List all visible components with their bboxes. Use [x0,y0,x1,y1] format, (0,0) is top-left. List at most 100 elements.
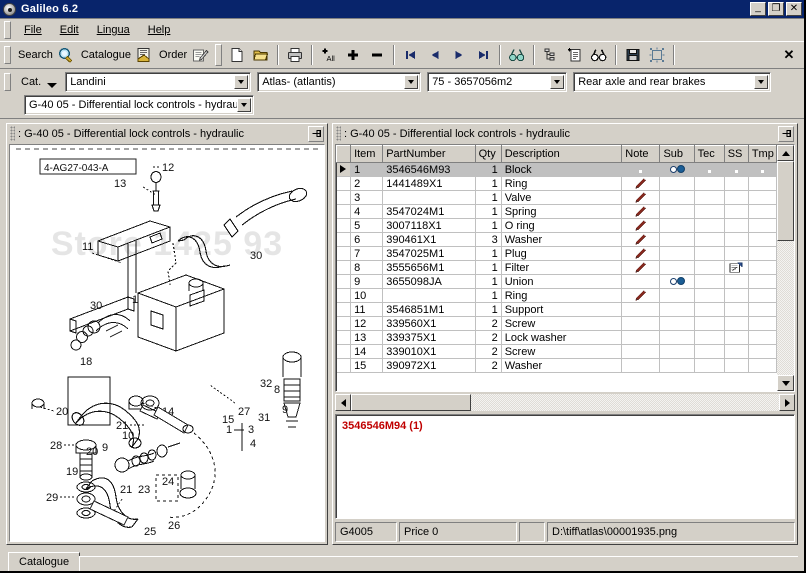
print-button[interactable] [283,43,307,67]
cell-note[interactable] [622,233,660,247]
cell-ss[interactable] [724,331,748,345]
cell-tmp[interactable] [748,261,776,275]
cell-tec[interactable] [694,177,724,191]
restore-button[interactable]: ❐ [768,2,784,16]
table-row[interactable]: 13339375X12Lock washer [337,331,777,345]
code-combo-chevron-down-icon[interactable] [550,75,564,89]
sub-radio-indicator[interactable] [670,165,685,173]
scroll-track[interactable] [777,241,794,375]
cell-tec[interactable] [694,289,724,303]
catalogue-button[interactable]: Catalogue [78,43,156,67]
row-selector-cell[interactable] [337,359,351,373]
row-selector-cell[interactable] [337,345,351,359]
cell-tmp[interactable] [748,219,776,233]
scroll-up-button[interactable] [777,145,794,161]
cell-tec[interactable] [694,191,724,205]
cell-partnumber[interactable]: 339375X1 [383,331,475,345]
cat-dropdown-arrow-icon[interactable] [47,83,57,88]
new-list-button[interactable] [563,43,587,67]
cell-sub[interactable] [660,303,694,317]
cell-ss[interactable] [724,345,748,359]
parts-grid-horizontal-scrollbar[interactable] [335,394,795,411]
subgroup-combo[interactable]: G-40 05 - Differential lock controls - h… [24,95,254,115]
technical-diagram[interactable]: 4-AG27-043-A [10,145,324,541]
row-selector-cell[interactable] [337,205,351,219]
table-row[interactable]: 15390972X12Washer [337,359,777,373]
order-button[interactable]: Order [156,43,212,67]
cell-tmp[interactable] [748,303,776,317]
tab-catalogue[interactable]: Catalogue [8,552,80,571]
cell-note[interactable] [622,205,660,219]
col-header-description[interactable]: Description [501,146,622,163]
col-header-note[interactable]: Note [622,146,660,163]
cell-ss[interactable] [724,233,748,247]
table-row[interactable]: 13546546M931Block [337,163,777,177]
cell-note[interactable] [622,177,660,191]
cell-ss[interactable] [724,261,748,275]
table-row[interactable]: 12339560X12Screw [337,317,777,331]
sub-radio-indicator[interactable] [670,277,685,285]
cell-note[interactable] [622,345,660,359]
cell-tmp[interactable] [748,247,776,261]
cell-tec[interactable] [694,163,724,177]
table-row[interactable]: 21441489X11Ring [337,177,777,191]
table-row[interactable]: 6390461X13Washer [337,233,777,247]
hscroll-thumb[interactable] [351,394,471,411]
binoculars-button[interactable] [587,43,611,67]
cell-ss[interactable] [724,163,748,177]
cell-sub[interactable] [660,177,694,191]
minimize-button[interactable]: _ [750,2,766,16]
cell-tmp[interactable] [748,345,776,359]
hscroll-track[interactable] [351,394,779,411]
cell-partnumber[interactable]: 3546851M1 [383,303,475,317]
make-combo[interactable]: Landini [65,72,251,92]
close-button[interactable]: ✕ [786,2,802,16]
scroll-right-button[interactable] [779,394,795,411]
cell-partnumber[interactable]: 1441489X1 [383,177,475,191]
col-header-tec[interactable]: Tec [694,146,724,163]
tree-view-button[interactable] [539,43,563,67]
cell-note[interactable] [622,275,660,289]
next-record-button[interactable] [447,43,471,67]
cell-tec[interactable] [694,233,724,247]
cell-tmp[interactable] [748,359,776,373]
cell-sub[interactable] [660,331,694,345]
cell-sub[interactable] [660,247,694,261]
col-header-partnumber[interactable]: PartNumber [383,146,475,163]
cell-sub[interactable] [660,289,694,303]
cell-sub[interactable] [660,317,694,331]
model-combo-chevron-down-icon[interactable] [404,75,418,89]
cell-note[interactable] [622,317,660,331]
cell-tec[interactable] [694,219,724,233]
row-selector-cell[interactable] [337,177,351,191]
last-record-button[interactable] [471,43,495,67]
group-combo-chevron-down-icon[interactable] [754,75,768,89]
cell-ss[interactable] [724,317,748,331]
cell-tec[interactable] [694,345,724,359]
table-row[interactable]: 31Valve [337,191,777,205]
toolbar-close-button[interactable]: ✕ [778,44,800,66]
diagram-panel-pin-button[interactable] [308,126,324,142]
cell-ss[interactable] [724,191,748,205]
table-row[interactable]: 113546851M11Support [337,303,777,317]
cell-note[interactable] [622,191,660,205]
row-selector-cell[interactable] [337,317,351,331]
first-record-button[interactable] [399,43,423,67]
cell-tec[interactable] [694,247,724,261]
cell-tmp[interactable] [748,191,776,205]
subgroup-combo-chevron-down-icon[interactable] [237,98,251,112]
cell-partnumber[interactable]: 3546546M93 [383,163,475,177]
part-note-area[interactable]: 3546546M94 (1) [335,414,795,519]
cell-note[interactable] [622,163,660,177]
scroll-left-button[interactable] [335,394,351,411]
table-row[interactable]: 43547024M11Spring [337,205,777,219]
cell-ss[interactable] [724,303,748,317]
cell-sub[interactable] [660,275,694,289]
cell-note[interactable] [622,331,660,345]
cell-tmp[interactable] [748,163,776,177]
diagram-panel-drag-handle[interactable] [10,126,15,141]
open-folder-button[interactable] [249,43,273,67]
cell-sub[interactable] [660,191,694,205]
remove-button[interactable] [365,43,389,67]
col-header-item[interactable]: Item [351,146,383,163]
